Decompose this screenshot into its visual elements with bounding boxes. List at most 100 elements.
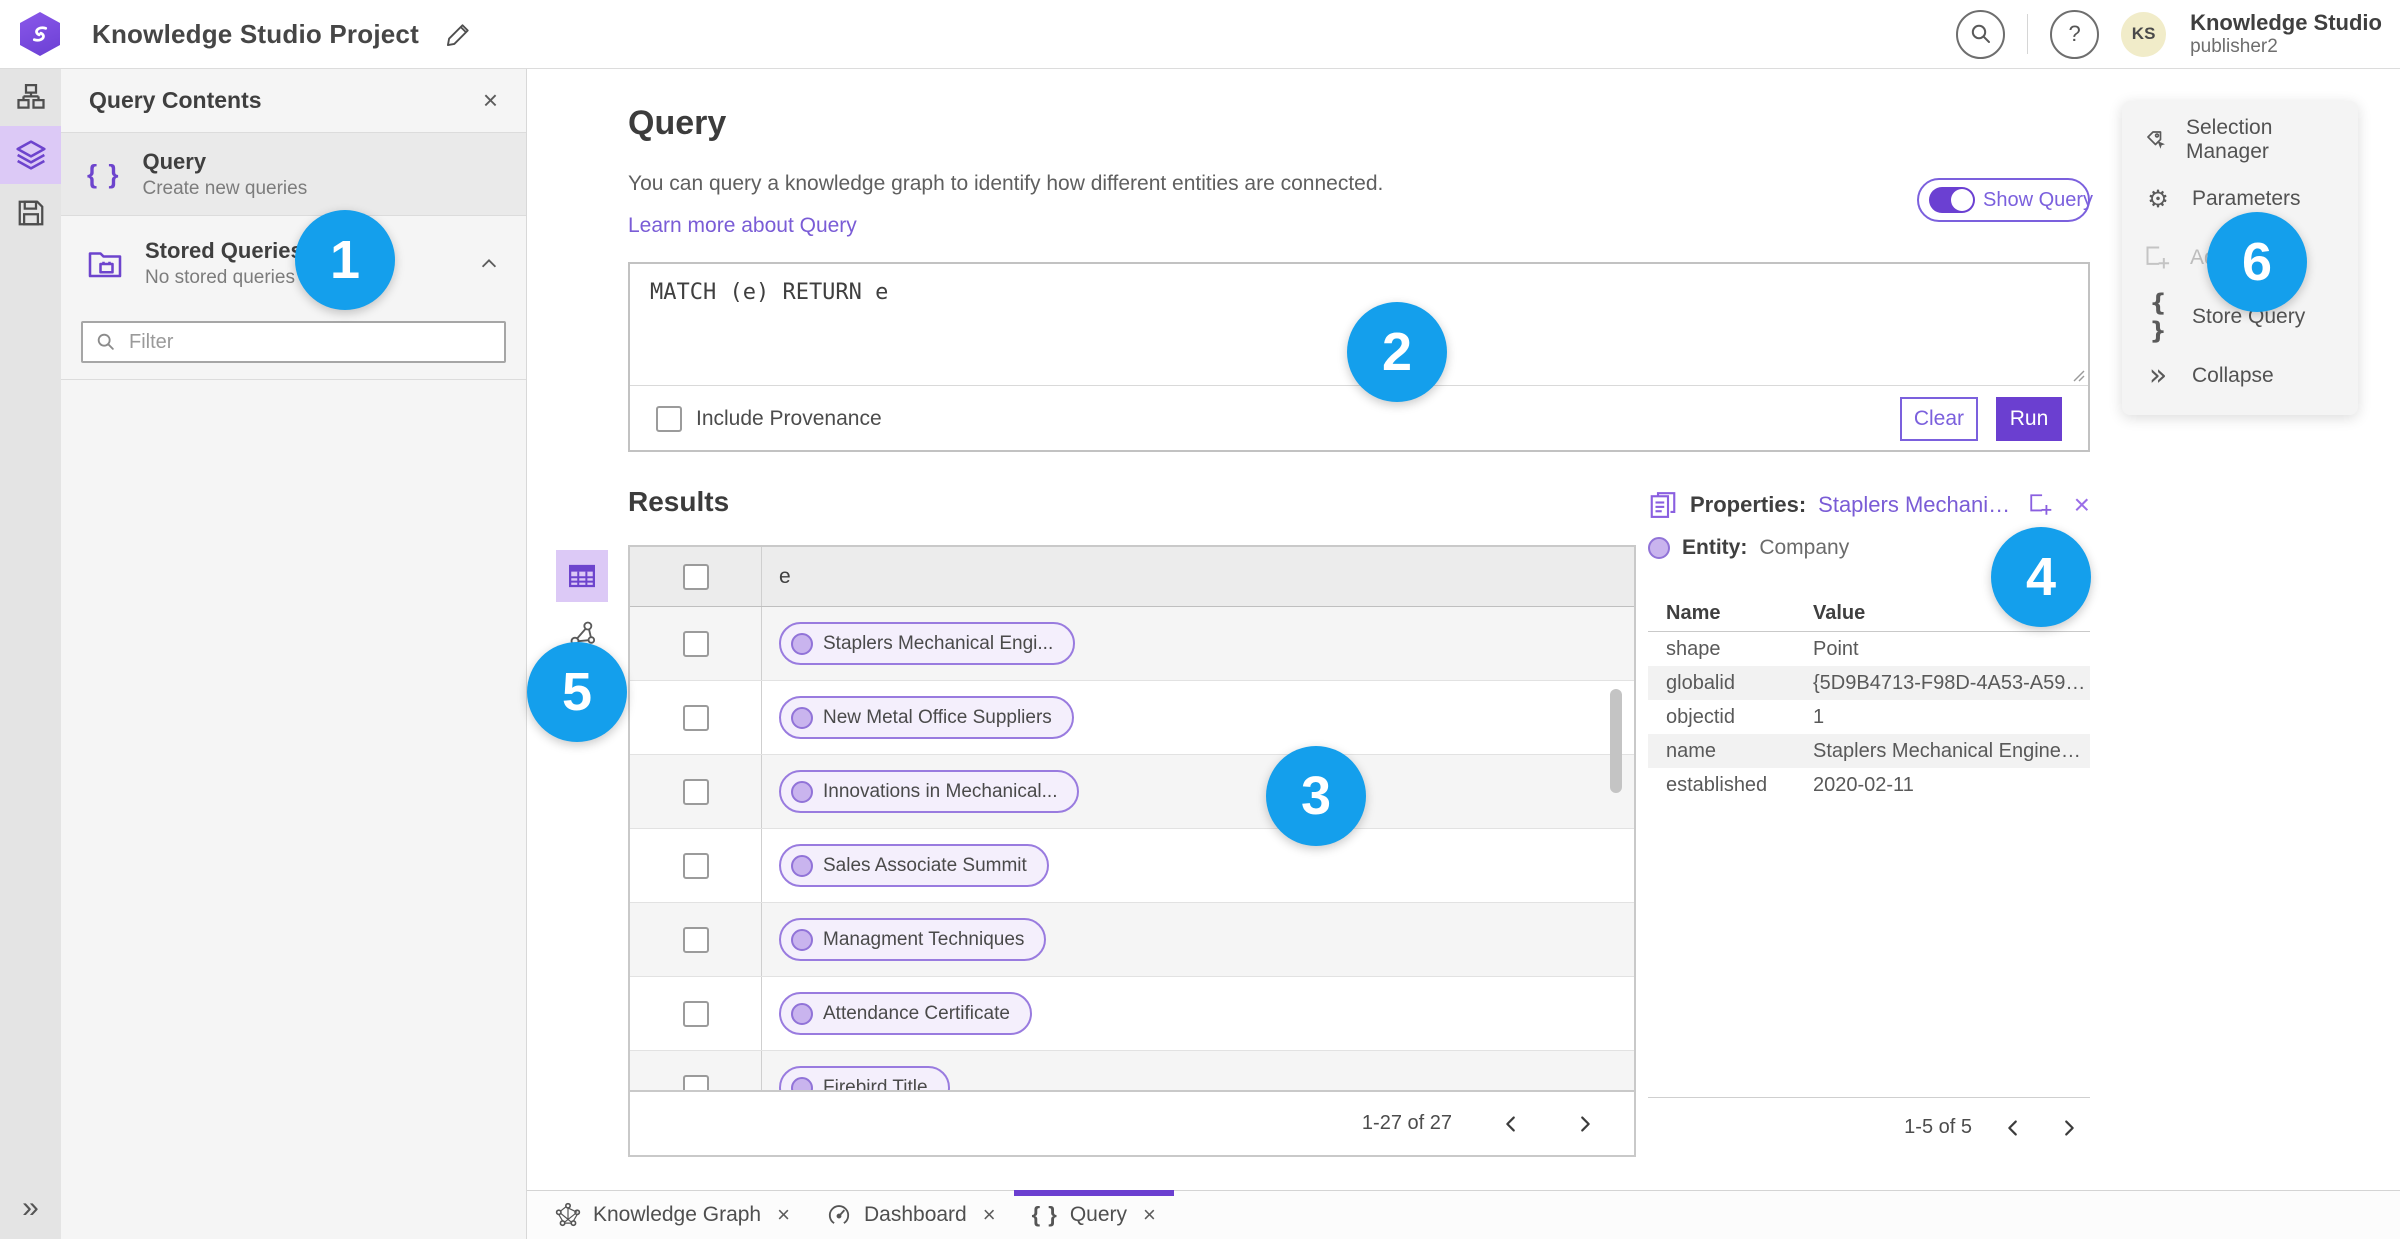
close-properties-icon[interactable]: ×	[2074, 491, 2090, 519]
menu-item-label: Collapse	[2192, 363, 2274, 387]
table-row: Staplers Mechanical Engi...	[630, 607, 1634, 681]
header-checkbox-cell	[630, 563, 761, 590]
table-row: Firebird Title	[630, 1051, 1634, 1090]
properties-doc-icon	[1648, 490, 1678, 520]
row-checkbox[interactable]	[682, 630, 709, 657]
table-row: Sales Associate Summit	[630, 829, 1634, 903]
table-row: Innovations in Mechanical...	[630, 755, 1634, 829]
entity-dot-icon	[1648, 537, 1670, 559]
row-checkbox-cell	[630, 926, 761, 953]
property-row: globalid {5D9B4713-F98D-4A53-A59F-C11...	[1648, 666, 2090, 700]
save-icon	[16, 198, 46, 228]
table-row: Managment Techniques	[630, 903, 1634, 977]
results-next-page-button[interactable]	[1570, 1109, 1600, 1139]
filter-field[interactable]	[81, 321, 506, 363]
row-checkbox-cell	[630, 630, 761, 657]
contents-panel-header: Query Contents ×	[61, 68, 526, 133]
include-provenance-checkbox[interactable]	[656, 406, 682, 432]
results-prev-page-button[interactable]	[1496, 1109, 1526, 1139]
rail-save-button[interactable]	[0, 184, 61, 242]
entity-dot-icon	[791, 780, 813, 803]
properties-table: Name Value shape Point globalid {5D9B4713-F…	[1648, 596, 2090, 802]
entity-type: Company	[1759, 536, 1850, 559]
query-actions-bar: Include Provenance Clear Run	[630, 386, 2088, 452]
user-info[interactable]: Knowledge Studio publisher2	[2190, 10, 2382, 57]
entity-chip[interactable]: Sales Associate Summit	[779, 844, 1049, 887]
menu-item-label: Selection Manager	[2185, 116, 2273, 164]
entity-chip[interactable]: Attendance Certificate	[779, 992, 1032, 1035]
header-right-cluster: ? KS Knowledge Studio publisher2	[1956, 0, 2382, 68]
properties-entity-link[interactable]: Staplers Mechanic...	[1818, 492, 2015, 518]
annotation-badge-3: 3	[1266, 746, 1366, 846]
scrollbar-thumb[interactable]	[1610, 689, 1622, 793]
rail-layers-button[interactable]	[0, 126, 61, 184]
tab-dashboard[interactable]: Dashboard ×	[808, 1191, 1014, 1239]
entity-cell: Staplers Mechanical Engi...	[761, 607, 1634, 680]
entity-chip[interactable]: Innovations in Mechanical...	[779, 770, 1080, 813]
close-panel-icon[interactable]: ×	[483, 87, 498, 113]
project-title: Knowledge Studio Project	[92, 18, 419, 49]
expand-rail-button[interactable]: »	[0, 1191, 61, 1225]
row-checkbox[interactable]	[682, 1074, 709, 1090]
annotation-badge-4: 4	[1991, 527, 2091, 627]
hierarchy-icon	[16, 82, 46, 112]
menu-item-selection-manager[interactable]: Selection Manager	[2122, 111, 2358, 169]
property-row: name Staplers Mechanical Engineering	[1648, 734, 2090, 768]
property-name: established	[1666, 773, 1768, 796]
row-checkbox[interactable]	[682, 852, 709, 879]
entity-chip[interactable]: Managment Techniques	[779, 918, 1047, 961]
collapse-section-caret-icon[interactable]	[478, 253, 500, 275]
entity-chip[interactable]: New Metal Office Suppliers	[779, 696, 1074, 739]
search-button[interactable]	[1956, 9, 2006, 59]
help-button[interactable]: ?	[2050, 9, 2100, 59]
learn-more-link[interactable]: Learn more about Query	[628, 214, 857, 238]
row-checkbox[interactable]	[682, 1000, 709, 1027]
entity-chip[interactable]: Firebird Title	[779, 1066, 950, 1090]
row-checkbox[interactable]	[682, 704, 709, 731]
table-view-button[interactable]	[556, 550, 608, 602]
annotation-badge-6: 6	[2207, 212, 2307, 312]
property-name: objectid	[1666, 705, 1735, 728]
menu-item-collapse[interactable]: » Collapse	[2122, 347, 2358, 405]
filter-input[interactable]	[127, 329, 492, 355]
entity-cell: Innovations in Mechanical...	[761, 755, 1634, 828]
filter-search-icon	[95, 331, 117, 353]
entity-chip-label: Innovations in Mechanical...	[823, 780, 1058, 802]
results-pagination: 1-27 of 27	[630, 1090, 1634, 1155]
edit-title-pencil-icon[interactable]	[445, 20, 473, 48]
tab-close-icon[interactable]: ×	[1143, 1202, 1156, 1228]
page-title: Query	[628, 104, 727, 142]
resize-handle-icon[interactable]	[2071, 368, 2085, 382]
tab-query[interactable]: { } Query ×	[1013, 1190, 1175, 1239]
property-value: 2020-02-11	[1813, 773, 1914, 796]
clear-button[interactable]: Clear	[1899, 397, 1978, 441]
properties-prev-page-button[interactable]	[1998, 1113, 2028, 1143]
select-all-checkbox[interactable]	[682, 563, 709, 590]
knowledge-studio-logo-icon[interactable]	[20, 12, 60, 56]
sidebar-item-query[interactable]: { } Query Create new queries	[61, 133, 526, 216]
add-to-new-icon[interactable]	[2028, 492, 2054, 518]
properties-pagination: 1-5 of 5	[1648, 1097, 2090, 1157]
run-button[interactable]: Run	[1996, 397, 2062, 441]
row-checkbox[interactable]	[682, 926, 709, 953]
tab-close-icon[interactable]: ×	[983, 1202, 996, 1228]
properties-next-page-button[interactable]	[2054, 1113, 2084, 1143]
row-checkbox[interactable]	[682, 778, 709, 805]
entity-chip[interactable]: Staplers Mechanical Engi...	[779, 622, 1076, 665]
gauge-icon	[826, 1202, 852, 1228]
rail-hierarchy-button[interactable]	[0, 68, 61, 126]
properties-table-rows: shape Point globalid {5D9B4713-F98D-4A53-A5…	[1648, 632, 2090, 802]
tab-close-icon[interactable]: ×	[777, 1202, 790, 1228]
properties-header: Properties: Staplers Mechanic... ×	[1648, 490, 2090, 520]
results-scrollbar[interactable]	[1610, 607, 1622, 1090]
sidebar-item-stored-queries[interactable]: Stored Queries No stored queries exist	[61, 222, 526, 305]
tab-knowledge-graph[interactable]: Knowledge Graph ×	[537, 1191, 808, 1239]
entity-dot-icon	[791, 1076, 813, 1090]
results-table-body: Staplers Mechanical Engi... New Metal Off…	[630, 607, 1634, 1090]
search-icon	[1969, 22, 1993, 46]
user-avatar[interactable]: KS	[2121, 11, 2167, 57]
show-query-toggle[interactable]: Show Query	[1917, 178, 2093, 222]
table-row: New Metal Office Suppliers	[630, 681, 1634, 755]
entity-chip-label: Staplers Mechanical Engi...	[823, 632, 1054, 654]
question-icon: ?	[2068, 21, 2081, 46]
